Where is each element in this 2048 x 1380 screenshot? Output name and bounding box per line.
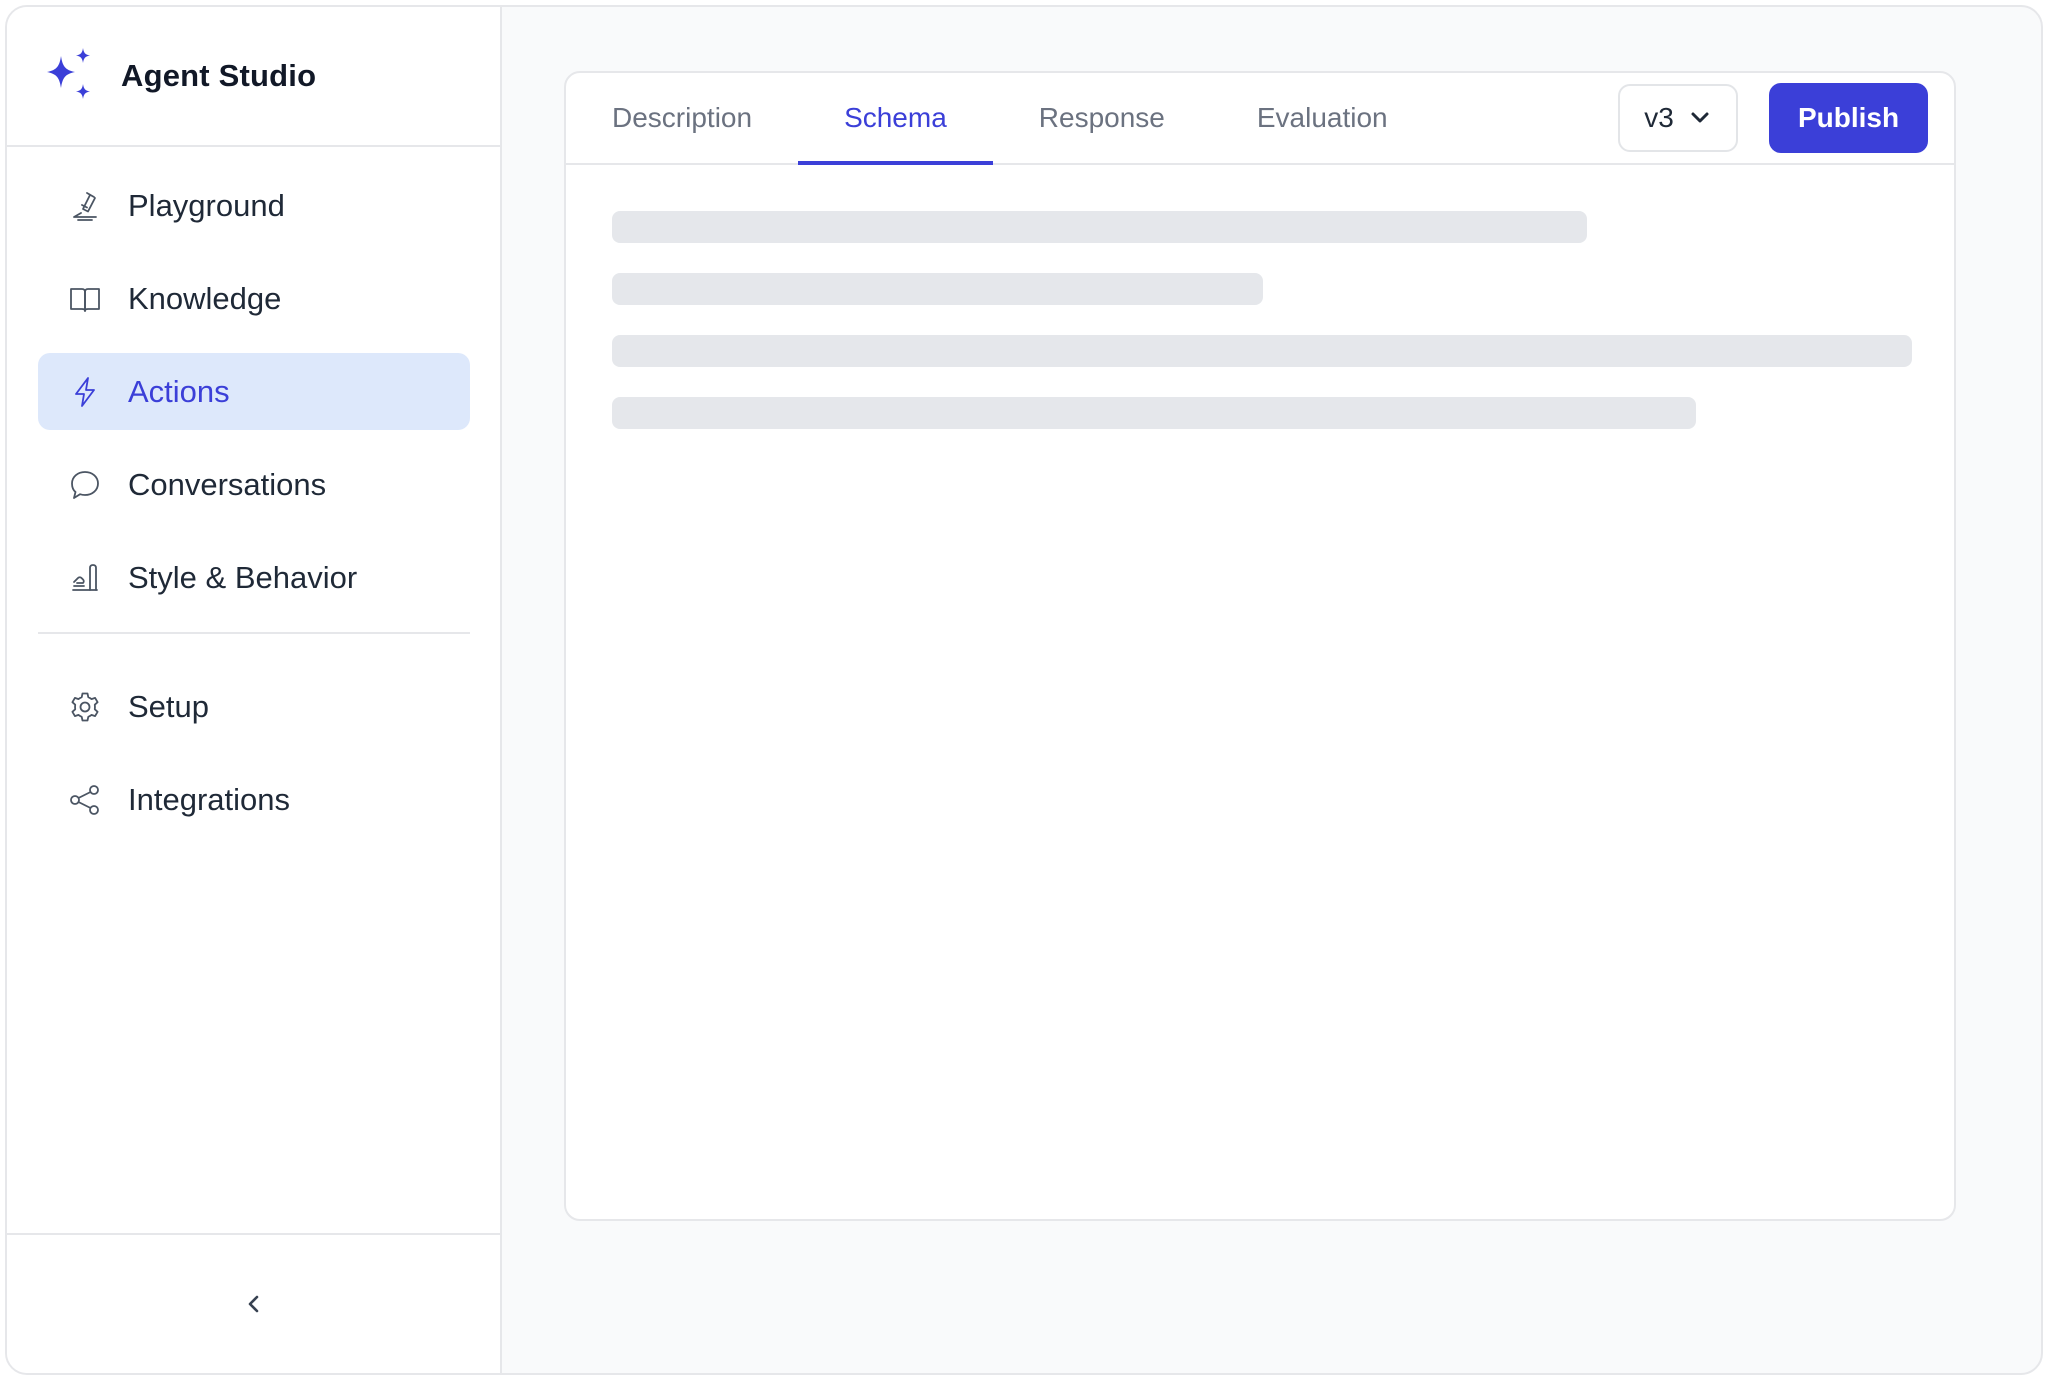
collapse-sidebar-button[interactable] — [232, 1282, 276, 1326]
publish-button[interactable]: Publish — [1769, 83, 1928, 153]
sidebar-item-label: Knowledge — [128, 280, 282, 316]
sidebar-item-setup[interactable]: Setup — [38, 668, 470, 745]
editor-header: Description Schema Response Evaluation v… — [566, 73, 1954, 165]
chat-bubble-icon — [71, 470, 99, 499]
sidebar-item-actions[interactable]: Actions — [38, 353, 470, 430]
sidebar-footer — [7, 1233, 500, 1373]
style-icon — [72, 563, 98, 591]
nav-divider — [38, 632, 470, 634]
sidebar-item-style-behavior[interactable]: Style & Behavior — [38, 539, 470, 616]
sidebar-item-label: Integrations — [128, 781, 290, 817]
chevron-down-icon — [1691, 112, 1709, 123]
share-icon — [70, 784, 99, 815]
app-title: Agent Studio — [121, 58, 317, 93]
tab-response[interactable]: Response — [993, 73, 1211, 163]
sidebar-item-integrations[interactable]: Integrations — [38, 761, 470, 838]
tab-schema[interactable]: Schema — [798, 73, 993, 165]
sidebar-item-label: Conversations — [128, 466, 327, 502]
skeleton-line — [612, 397, 1696, 429]
sidebar-item-label: Style & Behavior — [128, 559, 358, 595]
main-content: Description Schema Response Evaluation v… — [502, 7, 2041, 1373]
tab-description[interactable]: Description — [566, 73, 798, 163]
brand-header: Agent Studio — [7, 7, 500, 147]
sidebar-item-playground[interactable]: Playground — [38, 167, 470, 244]
sidebar-item-label: Actions — [128, 373, 230, 409]
sidebar-item-knowledge[interactable]: Knowledge — [38, 260, 470, 337]
gear-icon — [71, 692, 99, 721]
sparkles-icon — [47, 48, 90, 99]
editor-tabs: Description Schema Response Evaluation — [566, 73, 1434, 165]
skeleton-line — [612, 211, 1587, 243]
lightning-icon — [75, 376, 95, 407]
chevron-left-icon — [248, 1295, 258, 1313]
sidebar-item-conversations[interactable]: Conversations — [38, 446, 470, 523]
skeleton-line — [612, 273, 1263, 305]
version-value: v3 — [1644, 102, 1674, 133]
tab-evaluation[interactable]: Evaluation — [1211, 73, 1434, 163]
sidebar-item-label: Playground — [128, 187, 285, 223]
sidebar-nav: Playground Knowledge Actions Conversatio… — [7, 147, 500, 1233]
sidebar: Agent Studio Playground Knowledge Action… — [7, 7, 502, 1373]
skeleton-line — [612, 335, 1912, 367]
book-icon — [70, 287, 100, 312]
sidebar-item-label: Setup — [128, 688, 210, 724]
version-select[interactable]: v3 — [1618, 84, 1738, 152]
app-window: Agent Studio Playground Knowledge Action… — [5, 5, 2043, 1375]
editor-card: Description Schema Response Evaluation v… — [564, 71, 1956, 1221]
flask-icon — [73, 191, 97, 221]
